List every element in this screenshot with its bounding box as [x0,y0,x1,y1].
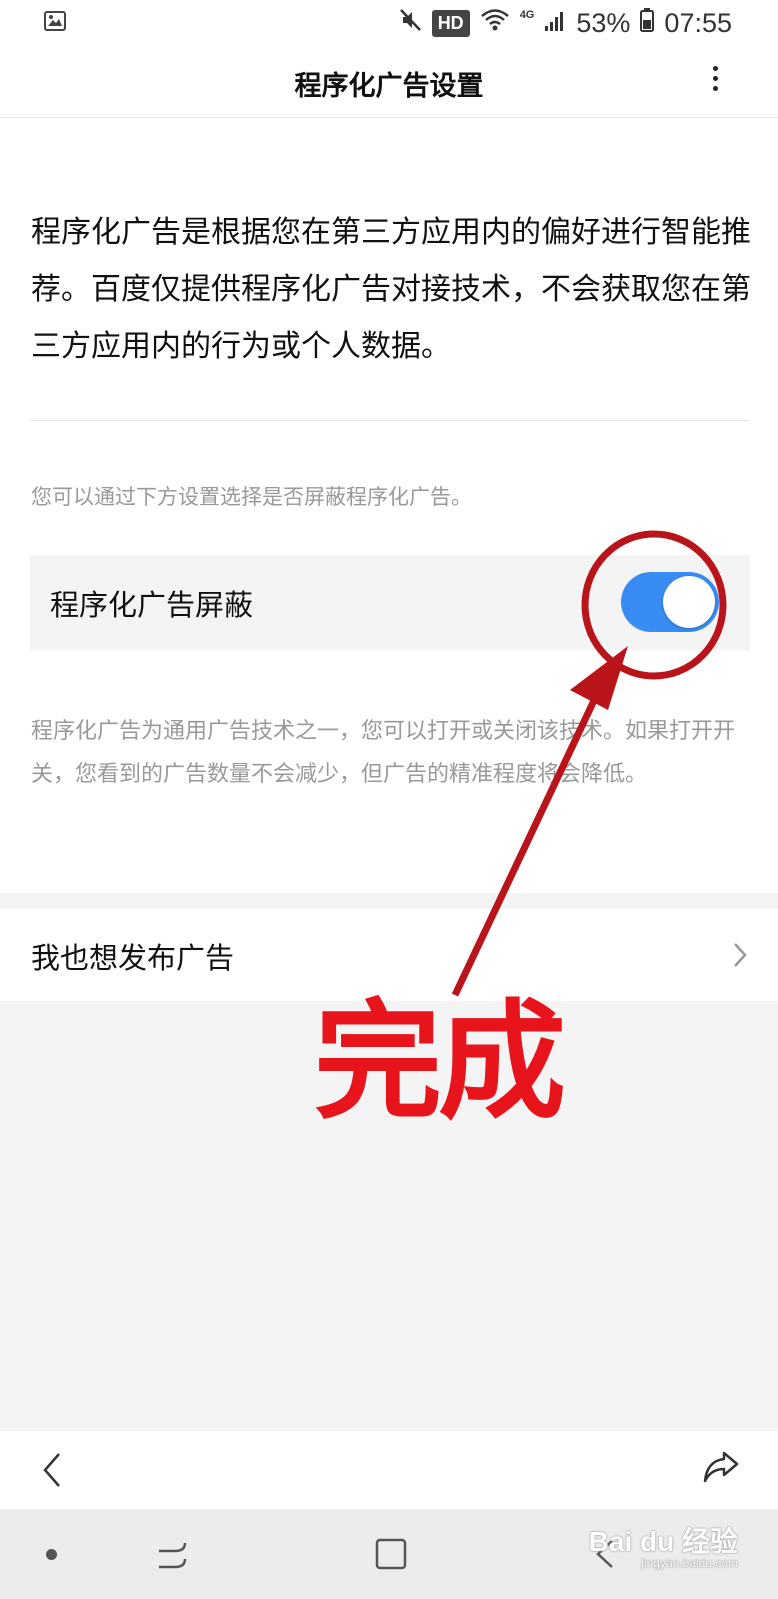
ad-block-toggle[interactable] [621,572,719,632]
toggle-description: 程序化广告为通用广告技术之一，您可以打开或关闭该技术。如果打开开关，您看到的广告… [31,719,736,787]
title-bar: 程序化广告设置 [0,46,778,118]
battery-percent: 53% [576,7,631,38]
watermark-logo: Bai du 经验 jingyan.baidu.com [589,1520,738,1570]
chevron-left-icon[interactable] [40,1451,64,1493]
hint-text: 您可以通过下方设置选择是否屏蔽程序化广告。 [31,485,472,509]
settings-main: 程序化广告是根据您在第三方应用内的偏好进行智能推荐。百度仅提供程序化广告对接技术… [0,118,778,893]
battery-icon [640,7,655,39]
chevron-right-icon [732,941,748,973]
recent-apps-icon[interactable] [155,1539,189,1575]
network-type: 4G [519,9,535,21]
status-bar: HD 4G 53% 07:55 [0,0,778,46]
publish-ads-label: 我也想发布广告 [31,941,235,975]
share-icon[interactable] [702,1449,740,1489]
wifi-icon [480,8,510,39]
toggle-knob [663,576,715,628]
more-vertical-icon[interactable] [708,66,722,96]
mute-icon [399,8,422,39]
gallery-notification-icon [44,11,66,35]
home-icon[interactable] [374,1537,408,1575]
intro-text: 程序化广告是根据您在第三方应用内的偏好进行智能推荐。百度仅提供程序化广告对接技术… [31,215,751,364]
bottom-toolbar [0,1431,778,1509]
nav-dot-icon [46,1549,57,1560]
signal-icon [544,8,566,39]
ad-block-row: 程序化广告屏蔽 [30,555,750,650]
hd-badge: HD [431,9,470,37]
divider [30,420,750,421]
page-title: 程序化广告设置 [294,71,484,102]
ad-block-label: 程序化广告屏蔽 [50,588,254,622]
annotation-text: 完成 [314,988,566,1137]
watermark-site: jingyan.baidu.com [641,1556,738,1570]
watermark-brand: Bai du 经验 [588,1526,738,1557]
clock: 07:55 [664,7,732,38]
